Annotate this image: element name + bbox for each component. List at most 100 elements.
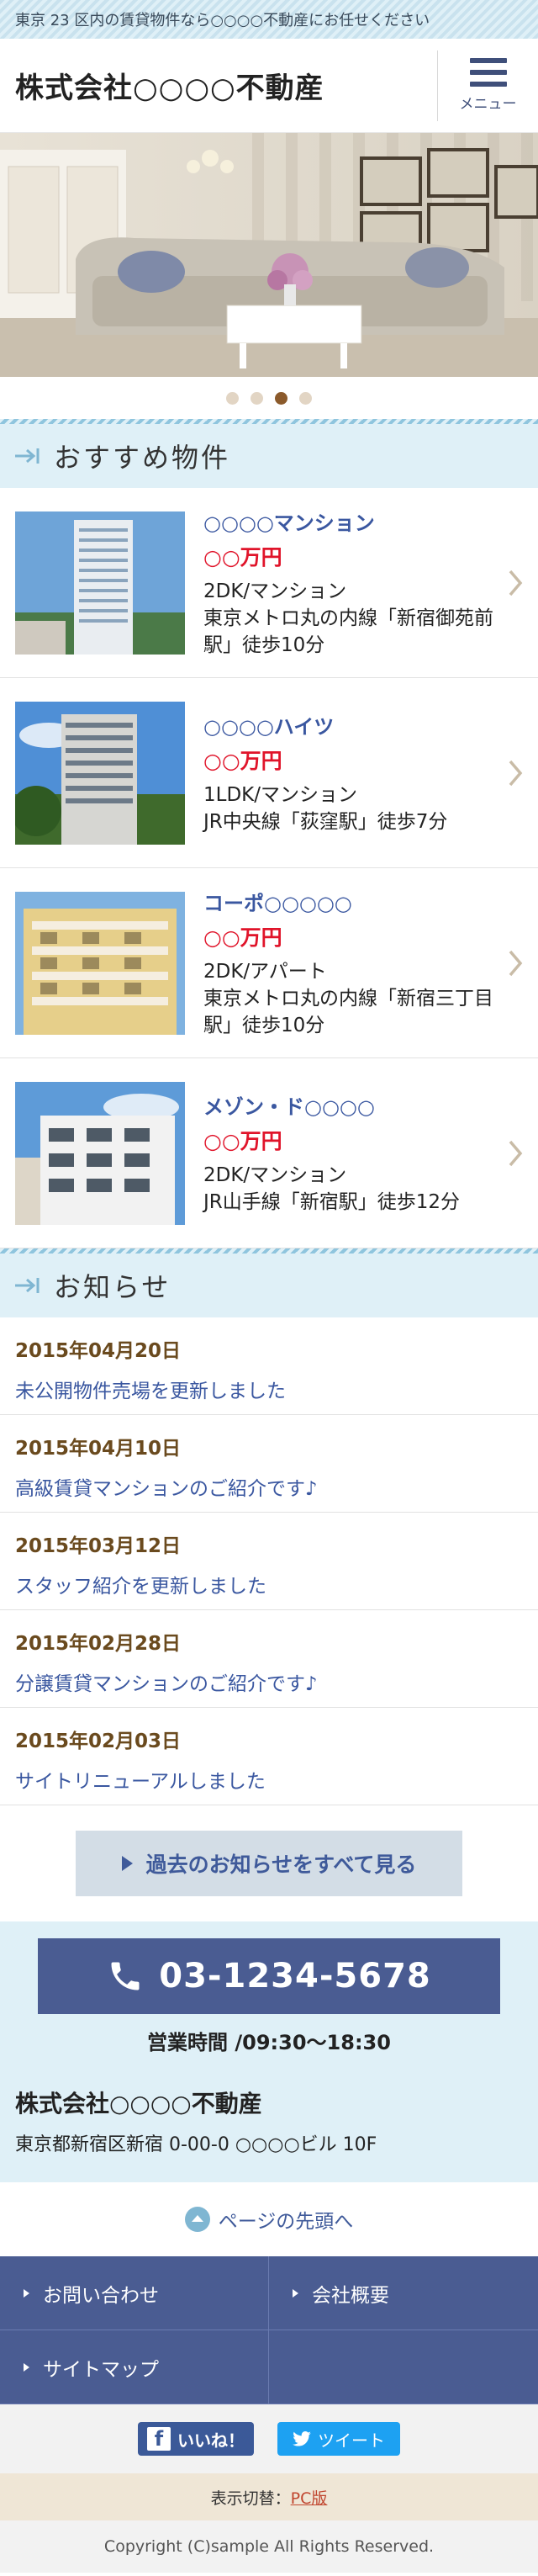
page: 東京 23 区内の賃貸物件なら○○○○不動産にお任せください 株式会社○○○○不… xyxy=(0,0,538,2573)
news-link[interactable]: 未公開物件売場を更新しました xyxy=(15,1375,523,1403)
company-address: 東京都新宿区新宿 0-00-0 ○○○○ビル 10F xyxy=(15,2134,377,2155)
property-item[interactable]: ○○○○ハイツ ○○万円 1LDK/マンション JR中央線「荻窪駅」徒歩7分 xyxy=(0,678,538,868)
site-title[interactable]: 株式会社○○○○不動産 xyxy=(0,65,324,106)
triangle-right-icon xyxy=(24,2362,29,2372)
arrow-up-circle-icon xyxy=(184,2207,210,2232)
facebook-like-button[interactable]: f いいね！ xyxy=(138,2422,254,2456)
news-link[interactable]: サイトリニューアルしました xyxy=(15,1765,523,1794)
slider-dot[interactable] xyxy=(251,391,263,405)
menu-label: メニュー xyxy=(459,96,517,113)
display-switch-label: 表示切替： xyxy=(210,2489,291,2508)
news-heading: お知らせ xyxy=(0,1248,538,1317)
phone-button[interactable]: 03-1234-5678 xyxy=(38,1938,500,2014)
hero-living-room-image xyxy=(0,133,538,377)
property-price: ○○万円 xyxy=(203,1129,282,1153)
footer-link-label: お問い合わせ xyxy=(43,2284,159,2307)
property-access: JR中央線「荻窪駅」徒歩7分 xyxy=(203,811,448,833)
news-date: 2015年04月20日 xyxy=(15,1340,182,1362)
slider-dot[interactable] xyxy=(299,391,312,405)
chevron-right-icon xyxy=(509,950,523,976)
property-name: ○○○○マンション xyxy=(203,511,375,535)
footer-link-label: 会社概要 xyxy=(312,2284,389,2307)
tweet-button[interactable]: ツイート xyxy=(277,2422,400,2456)
double-arrow-icon xyxy=(15,1278,40,1293)
hamburger-icon xyxy=(469,58,507,87)
recommended-section: おすすめ物件 ○○○○マンション ○○万円 2DK/マンション 東京メトロ丸の内… xyxy=(0,419,538,1248)
recommended-title: おすすめ物件 xyxy=(54,442,231,474)
footer-nav: お問い合わせ 会社概要 サイトマップ xyxy=(0,2256,538,2404)
news-item[interactable]: 2015年02月28日 分譲賃貸マンションのご紹介です♪ xyxy=(0,1610,538,1708)
property-access: 東京メトロ丸の内線「新宿御苑前駅」徒歩10分 xyxy=(203,607,493,656)
chevron-right-icon xyxy=(509,760,523,786)
facebook-icon: f xyxy=(147,2427,171,2451)
property-item[interactable]: メゾン・ド○○○○ ○○万円 2DK/マンション JR山手線「新宿駅」徒歩12分 xyxy=(0,1058,538,1248)
property-type: 1LDK/マンション xyxy=(203,784,357,806)
more-news-label: 過去のお知らせをすべて見る xyxy=(145,1852,417,1877)
twitter-bird-icon xyxy=(293,2431,311,2446)
triangle-right-icon xyxy=(293,2288,298,2298)
news-date: 2015年03月12日 xyxy=(15,1535,182,1557)
header: 株式会社○○○○不動産 メニュー xyxy=(0,39,538,133)
company-name: 株式会社○○○○不動産 xyxy=(15,2090,262,2118)
property-access: 東京メトロ丸の内線「新宿三丁目駅」徒歩10分 xyxy=(203,988,493,1036)
phone-number: 03-1234-5678 xyxy=(159,1957,431,1996)
property-type: 2DK/マンション xyxy=(203,1164,347,1186)
property-price: ○○万円 xyxy=(203,749,282,773)
footer-link-empty xyxy=(269,2330,538,2404)
property-price: ○○万円 xyxy=(203,925,282,950)
property-image xyxy=(15,511,185,655)
property-name: ○○○○ハイツ xyxy=(203,715,335,739)
like-label: いいね！ xyxy=(177,2430,245,2451)
property-image xyxy=(15,701,185,845)
property-name: メゾン・ド○○○○ xyxy=(203,1095,375,1119)
property-type: 2DK/マンション xyxy=(203,580,347,602)
property-info: ○○○○マンション ○○万円 2DK/マンション 東京メトロ丸の内線「新宿御苑前… xyxy=(203,506,538,659)
triangle-right-icon xyxy=(24,2288,29,2298)
property-info: メゾン・ド○○○○ ○○万円 2DK/マンション JR山手線「新宿駅」徒歩12分 xyxy=(203,1090,538,1216)
news-date: 2015年02月03日 xyxy=(15,1731,182,1752)
property-item[interactable]: コーポ○○○○○ ○○万円 2DK/アパート 東京メトロ丸の内線「新宿三丁目駅」… xyxy=(0,868,538,1058)
page-top-link[interactable]: ページの先頭へ xyxy=(0,2182,538,2256)
news-section: お知らせ 2015年04月20日 未公開物件売場を更新しました 2015年04月… xyxy=(0,1248,538,1921)
chevron-right-icon xyxy=(509,570,523,596)
pc-version-link[interactable]: PC版 xyxy=(291,2486,328,2509)
more-news-wrap: 過去のお知らせをすべて見る xyxy=(0,1805,538,1921)
slider-dots xyxy=(0,377,538,419)
phone-icon xyxy=(111,1962,140,1990)
property-info: コーポ○○○○○ ○○万円 2DK/アパート 東京メトロ丸の内線「新宿三丁目駅」… xyxy=(203,887,538,1039)
footer-link-about[interactable]: 会社概要 xyxy=(269,2256,538,2330)
business-hours: 営業時間 /09:30～18:30 xyxy=(147,2031,391,2054)
social-buttons: f いいね！ ツイート xyxy=(0,2404,538,2473)
news-title: お知らせ xyxy=(54,1271,171,1303)
news-link[interactable]: 高級賃貸マンションのご紹介です♪ xyxy=(15,1472,523,1501)
property-type: 2DK/アパート xyxy=(203,961,327,983)
contact-section: 03-1234-5678 営業時間 /09:30～18:30 株式会社○○○○不… xyxy=(0,1921,538,2182)
footer-link-inquiry[interactable]: お問い合わせ xyxy=(0,2256,269,2330)
display-switch: 表示切替： PC版 xyxy=(0,2473,538,2520)
chevron-right-icon xyxy=(509,1140,523,1166)
tagline: 東京 23 区内の賃貸物件なら○○○○不動産にお任せください xyxy=(0,0,538,39)
double-arrow-icon xyxy=(15,448,40,464)
recommended-heading: おすすめ物件 xyxy=(0,419,538,488)
news-item[interactable]: 2015年04月10日 高級賃貸マンションのご紹介です♪ xyxy=(0,1415,538,1513)
news-item[interactable]: 2015年04月20日 未公開物件売場を更新しました xyxy=(0,1317,538,1415)
more-news-button[interactable]: 過去のお知らせをすべて見る xyxy=(76,1831,462,1896)
news-item[interactable]: 2015年02月03日 サイトリニューアルしました xyxy=(0,1708,538,1805)
slider-dot[interactable] xyxy=(226,391,239,405)
footer-link-sitemap[interactable]: サイトマップ xyxy=(0,2330,269,2404)
news-link[interactable]: 分譲賃貸マンションのご紹介です♪ xyxy=(15,1667,523,1696)
copyright: Copyright (C)sample All Rights Reserved. xyxy=(0,2520,538,2573)
property-access: JR山手線「新宿駅」徒歩12分 xyxy=(203,1191,461,1213)
property-info: ○○○○ハイツ ○○万円 1LDK/マンション JR中央線「荻窪駅」徒歩7分 xyxy=(203,710,538,835)
property-item[interactable]: ○○○○マンション ○○万円 2DK/マンション 東京メトロ丸の内線「新宿御苑前… xyxy=(0,488,538,678)
hero-slider[interactable] xyxy=(0,133,538,377)
news-link[interactable]: スタッフ紹介を更新しました xyxy=(15,1570,523,1598)
news-item[interactable]: 2015年03月12日 スタッフ紹介を更新しました xyxy=(0,1513,538,1610)
slider-dot-active[interactable] xyxy=(275,391,287,405)
triangle-right-icon xyxy=(121,1856,133,1871)
news-date: 2015年04月10日 xyxy=(15,1438,182,1460)
menu-button[interactable]: メニュー xyxy=(437,50,538,121)
news-date: 2015年02月28日 xyxy=(15,1633,182,1655)
property-image xyxy=(15,1081,185,1225)
property-name: コーポ○○○○○ xyxy=(203,892,352,915)
